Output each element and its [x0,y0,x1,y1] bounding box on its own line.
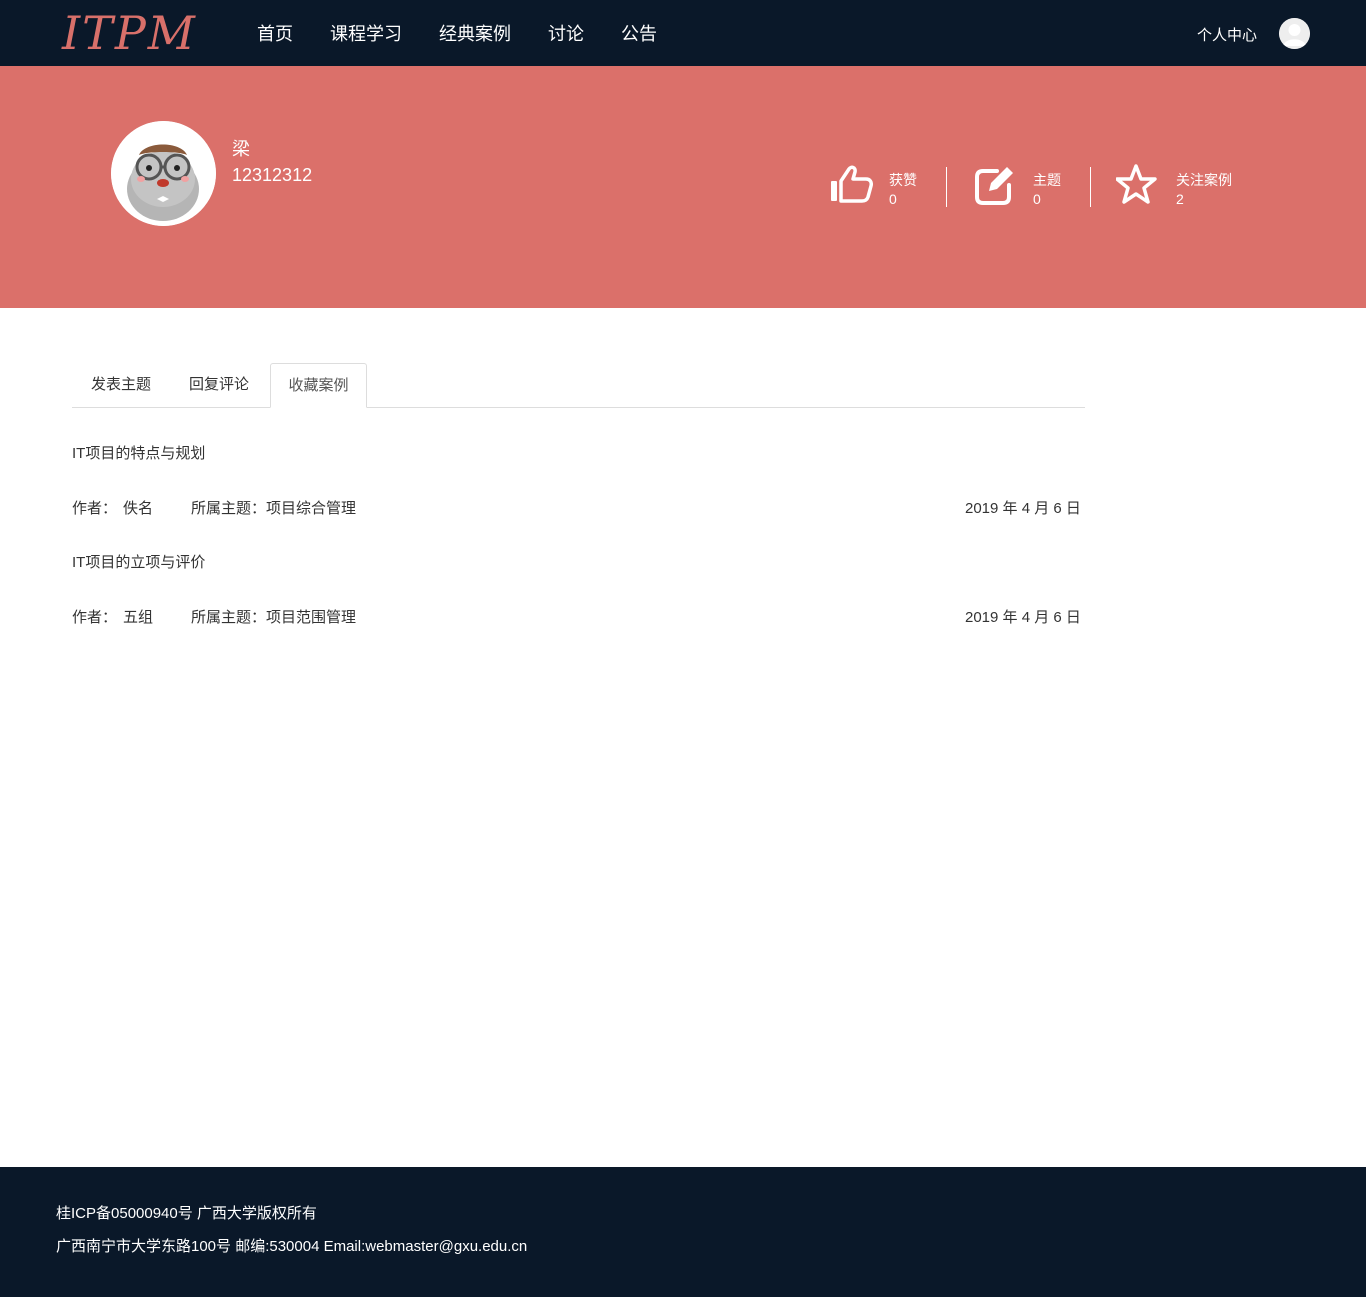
stat-topics-label: 主题 [1033,172,1061,188]
tab-favorite-cases[interactable]: 收藏案例 [270,363,367,408]
case-title[interactable]: IT项目的特点与规划 [72,442,205,463]
tab-reply-comments[interactable]: 回复评论 [170,363,268,408]
thumbs-up-icon [831,165,873,203]
main-nav: 首页 课程学习 经典案例 讨论 公告 [257,0,694,66]
case-topic: 所属主题：项目范围管理 [191,609,357,626]
case-meta: 作者： 佚名 所属主题：项目综合管理 2019 年 4 月 6 日 [72,497,1085,517]
case-title[interactable]: IT项目的立项与评价 [72,551,205,572]
case-meta: 作者： 五组 所属主题：项目范围管理 2019 年 4 月 6 日 [72,606,1085,626]
site-footer: 桂ICP备05000940号 广西大学版权所有 广西南宁市大学东路100号 邮编… [0,1167,1366,1297]
nav-classic-cases[interactable]: 经典案例 [439,20,511,46]
case-date: 2019 年 4 月 6 日 [965,500,1081,517]
case-date: 2019 年 4 月 6 日 [965,609,1081,626]
stat-divider [946,167,947,207]
stat-likes-label: 获赞 [889,172,917,188]
profile-avatar [111,121,216,226]
stat-followed-cases-value: 2 [1176,191,1184,207]
case-author-label: 作者： [72,500,118,517]
profile-id: 12312312 [232,165,313,185]
case-topic: 所属主题：项目综合管理 [191,500,357,517]
case-author: 五组 [123,609,154,626]
nav-announcement[interactable]: 公告 [621,20,657,46]
profile-banner: 梁 12312312 获赞 0 主题 0 关注案例 2 [0,66,1366,308]
stat-followed-cases-label: 关注案例 [1176,172,1232,188]
profile-tabs: 发表主题 回复评论 收藏案例 [72,363,1085,408]
star-icon [1116,164,1157,204]
tab-posted-topics[interactable]: 发表主题 [72,363,170,408]
case-author: 佚名 [123,500,154,517]
edit-icon [975,167,1013,205]
profile-name: 梁 [232,139,250,159]
stat-divider [1090,167,1091,207]
nav-course-study[interactable]: 课程学习 [330,20,402,46]
footer-contact: 广西南宁市大学东路100号 邮编:530004 Email:webmaster@… [56,1238,528,1255]
user-avatar[interactable] [1279,18,1310,49]
stat-topics-value: 0 [1033,191,1041,207]
footer-copyright: 桂ICP备05000940号 广西大学版权所有 [56,1205,317,1222]
stat-likes-value: 0 [889,191,897,207]
user-avatar-icon [1279,18,1310,49]
nav-discussion[interactable]: 讨论 [548,20,584,46]
user-center-link[interactable]: 个人中心 [1197,24,1257,45]
cartoon-avatar-icon [111,121,216,226]
nav-home[interactable]: 首页 [257,20,293,46]
site-logo[interactable]: ITPM [62,8,197,58]
case-author-label: 作者： [72,609,118,626]
top-navbar: ITPM 首页 课程学习 经典案例 讨论 公告 个人中心 [0,0,1366,66]
